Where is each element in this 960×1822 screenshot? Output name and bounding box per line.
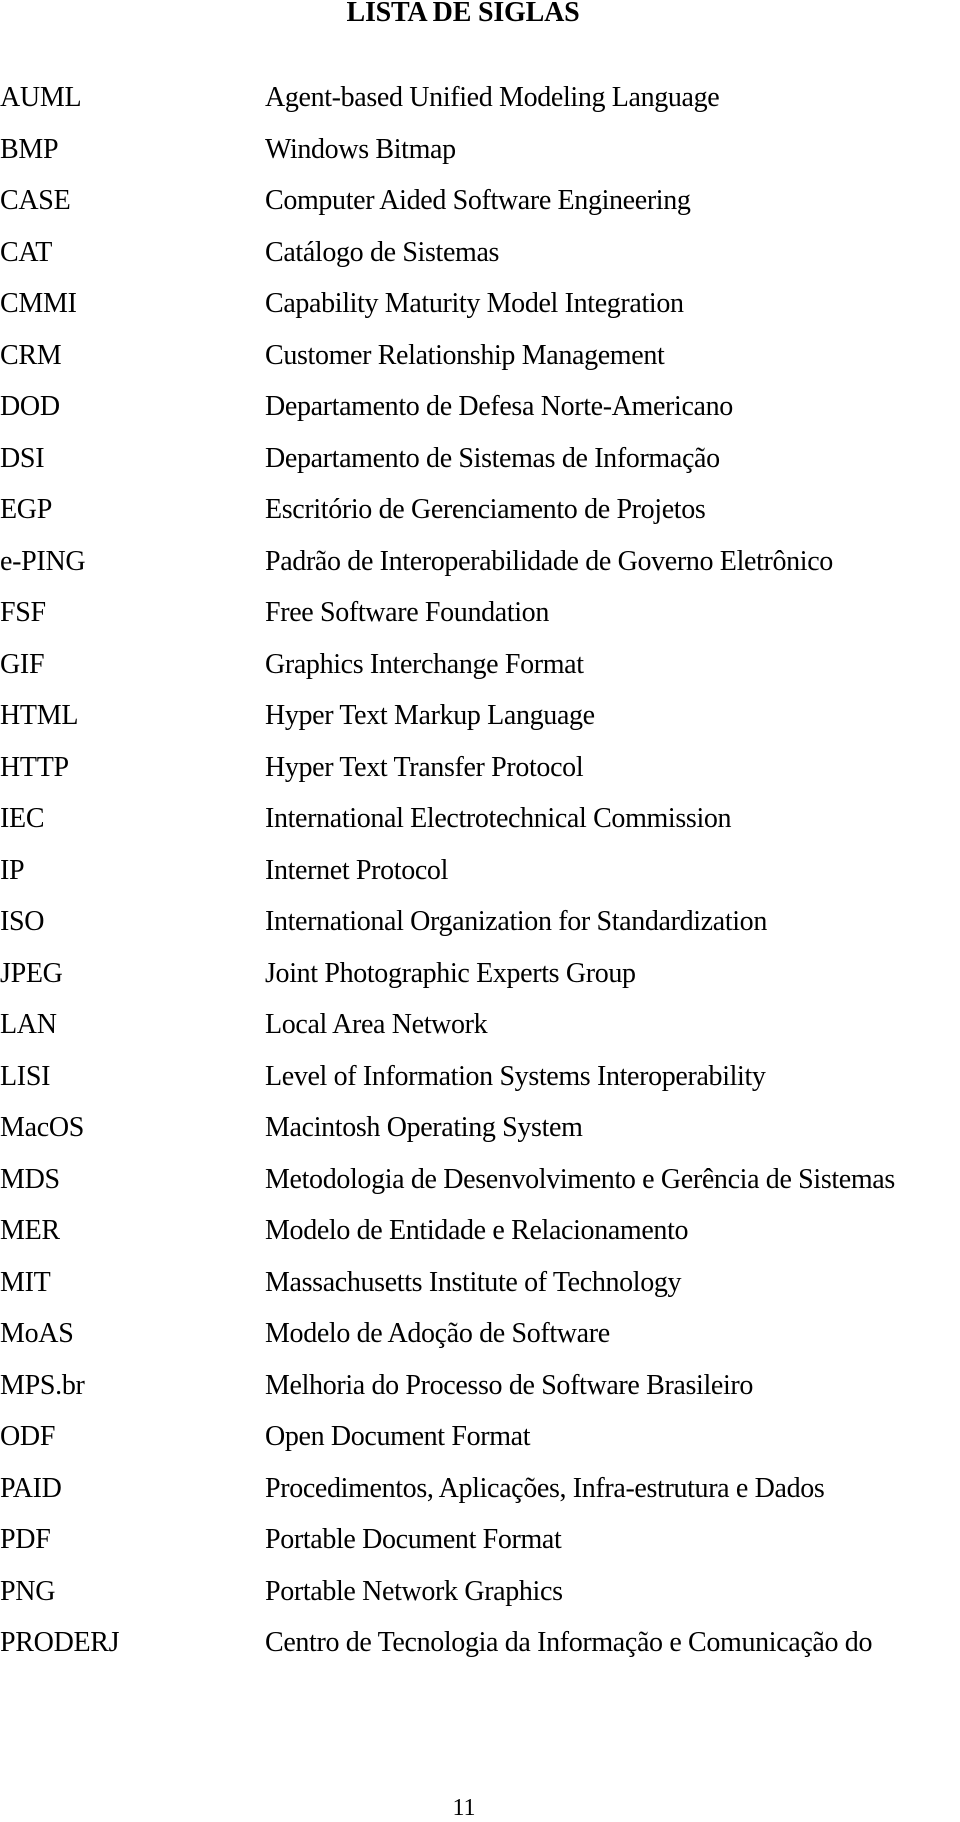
- acronym-code: ISO: [0, 906, 45, 937]
- acronym-row: MDS Metodologia de Desenvolvimento e Gerê…: [0, 1154, 960, 1206]
- acronym-description: Melhoria do Processo de Software Brasile…: [265, 1369, 754, 1401]
- acronym-description: Catálogo de Sistemas: [265, 236, 500, 268]
- acronym-description: Level of Information Systems Interoperab…: [265, 1060, 766, 1092]
- acronym-description: Departamento de Sistemas de Informação: [265, 442, 720, 474]
- acronym-description: Metodologia de Desenvolvimento e Gerênci…: [265, 1163, 895, 1195]
- acronym-description: Hyper Text Markup Language: [265, 700, 595, 731]
- acronym-row: e-PING Padrão de Interoperabilidade de Go…: [0, 536, 960, 588]
- acronym-code: DOD: [0, 391, 60, 422]
- acronym-row: JPEG Joint Photographic Experts Group: [0, 948, 960, 1000]
- acronym-code: MER: [0, 1215, 60, 1246]
- acronym-code: AUML: [0, 82, 82, 113]
- acronym-description: International Organization for Standardi…: [265, 906, 767, 937]
- acronym-description: Capability Maturity Model Integration: [265, 288, 684, 319]
- acronym-row: DOD Departamento de Defesa Norte-American…: [0, 381, 960, 433]
- acronym-code: CRM: [0, 339, 62, 371]
- acronym-description: Escritório de Gerenciamento de Projetos: [265, 494, 706, 525]
- acronym-description: Internet Protocol: [265, 854, 448, 886]
- acronym-description: Modelo de Entidade e Relacionamento: [265, 1215, 689, 1246]
- acronym-row: AUML Agent-based Unified Modeling Languag…: [0, 72, 960, 124]
- acronym-description: Massachusetts Institute of Technology: [265, 1266, 682, 1298]
- acronym-code: HTTP: [0, 751, 69, 783]
- acronym-row: PDF Portable Document Format: [0, 1514, 960, 1566]
- acronym-code: FSF: [0, 597, 46, 628]
- acronym-row: ISO International Organization for Standa…: [0, 896, 960, 948]
- acronym-description: Centro de Tecnologia da Informação e Com…: [265, 1627, 873, 1658]
- acronym-row: PNG Portable Network Graphics: [0, 1566, 960, 1618]
- acronym-code: ODF: [0, 1421, 56, 1452]
- acronym-description: Procedimentos, Aplicações, Infra-estrutu…: [265, 1472, 825, 1504]
- acronym-description: Customer Relationship Management: [265, 339, 665, 371]
- acronym-description: Computer Aided Software Engineering: [265, 185, 691, 216]
- acronym-row: HTTP Hyper Text Transfer Protocol: [0, 742, 960, 794]
- acronym-code: PAID: [0, 1472, 62, 1504]
- acronym-row: MIT Massachusetts Institute of Technology: [0, 1257, 960, 1309]
- acronym-description: Portable Network Graphics: [265, 1575, 563, 1607]
- acronym-code: IP: [0, 854, 25, 886]
- acronym-row: IP Internet Protocol: [0, 845, 960, 897]
- acronym-row: BMP Windows Bitmap: [0, 124, 960, 176]
- acronym-description: Graphics Interchange Format: [265, 648, 584, 680]
- acronym-row: ODF Open Document Format: [0, 1411, 960, 1463]
- acronym-code: IEC: [0, 803, 45, 834]
- acronym-description: Free Software Foundation: [265, 597, 549, 628]
- acronym-description: Padrão de Interoperabilidade de Governo …: [265, 545, 833, 577]
- acronym-row: EGP Escritório de Gerenciamento de Projet…: [0, 484, 960, 536]
- acronym-description: Modelo de Adoção de Software: [265, 1318, 610, 1349]
- acronym-description: Open Document Format: [265, 1421, 531, 1452]
- acronym-row: MPS.br Melhoria do Processo de Software B…: [0, 1360, 960, 1412]
- acronym-description: Agent-based Unified Modeling Language: [265, 82, 720, 113]
- acronym-code: PRODERJ: [0, 1627, 120, 1658]
- acronym-code: PNG: [0, 1575, 56, 1607]
- acronym-description: Hyper Text Transfer Protocol: [265, 751, 584, 783]
- acronym-code: CASE: [0, 185, 71, 216]
- acronym-row: MoAS Modelo de Adoção de Software: [0, 1308, 960, 1360]
- acronym-description: Joint Photographic Experts Group: [265, 957, 636, 989]
- acronym-code: JPEG: [0, 957, 63, 989]
- acronym-description: Macintosh Operating System: [265, 1112, 583, 1143]
- acronym-code: BMP: [0, 133, 59, 165]
- acronym-code: LAN: [0, 1009, 57, 1040]
- acronym-code: PDF: [0, 1524, 51, 1555]
- acronym-code: HTML: [0, 700, 79, 731]
- acronym-code: CMMI: [0, 288, 77, 319]
- acronym-row: LISI Level of Information Systems Interop…: [0, 1051, 960, 1103]
- acronym-row: CMMI Capability Maturity Model Integratio…: [0, 278, 960, 330]
- acronym-code: MacOS: [0, 1112, 85, 1143]
- acronym-row: HTML Hyper Text Markup Language: [0, 690, 960, 742]
- acronym-row: DSI Departamento de Sistemas de Informaçã…: [0, 433, 960, 485]
- acronym-description: Portable Document Format: [265, 1524, 562, 1555]
- acronym-row: IEC International Electrotechnical Commis…: [0, 793, 960, 845]
- acronym-row: GIF Graphics Interchange Format: [0, 639, 960, 691]
- acronym-description: Departamento de Defesa Norte-Americano: [265, 391, 733, 422]
- acronym-code: LISI: [0, 1060, 51, 1092]
- acronym-code: e-PING: [0, 545, 86, 577]
- page-number: 11: [452, 1795, 476, 1821]
- acronym-code: MPS.br: [0, 1369, 85, 1401]
- acronym-code: DSI: [0, 442, 45, 474]
- acronym-row: CASE Computer Aided Software Engineering: [0, 175, 960, 227]
- acronym-row: FSF Free Software Foundation: [0, 587, 960, 639]
- acronym-row: MER Modelo de Entidade e Relacionamento: [0, 1205, 960, 1257]
- acronym-row: CRM Customer Relationship Management: [0, 330, 960, 382]
- acronym-code: EGP: [0, 494, 52, 525]
- acronym-row: PRODERJ Centro de Tecnologia da Informaçã…: [0, 1617, 960, 1669]
- acronym-row: CAT Catálogo de Sistemas: [0, 227, 960, 279]
- acronym-description: Windows Bitmap: [265, 133, 456, 165]
- page-title: LISTA DE SIGLAS: [346, 0, 580, 28]
- acronym-description: International Electrotechnical Commissio…: [265, 803, 732, 834]
- acronym-code: CAT: [0, 236, 52, 268]
- acronym-list: AUML Agent-based Unified Modeling Languag…: [0, 72, 960, 1669]
- acronym-code: MDS: [0, 1163, 60, 1195]
- acronym-code: GIF: [0, 648, 45, 680]
- acronym-code: MoAS: [0, 1318, 74, 1349]
- acronym-row: LAN Local Area Network: [0, 999, 960, 1051]
- acronym-code: MIT: [0, 1266, 51, 1298]
- acronym-row: MacOS Macintosh Operating System: [0, 1102, 960, 1154]
- acronym-row: PAID Procedimentos, Aplicações, Infra-est…: [0, 1463, 960, 1515]
- acronym-description: Local Area Network: [265, 1009, 488, 1040]
